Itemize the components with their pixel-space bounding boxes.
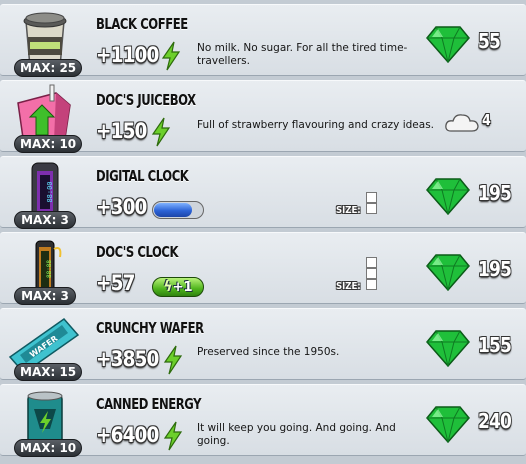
max-quantity-badge: MAX: 15 bbox=[14, 363, 83, 381]
item-name: BLACK COFFEE bbox=[96, 15, 188, 33]
energy-can-icon: MAX: 10 bbox=[4, 387, 86, 459]
max-quantity-badge: MAX: 25 bbox=[14, 59, 83, 77]
item-name: DIGITAL CLOCK bbox=[96, 167, 189, 185]
svg-text:88:88: 88:88 bbox=[46, 260, 53, 278]
size-unit bbox=[366, 192, 377, 203]
size-label: SIZE: bbox=[336, 281, 361, 292]
gem-icon bbox=[426, 26, 470, 63]
store-item-docs-clock[interactable]: 88:88 MAX: 3 DOC'S CLOCK +57 ϟ+1 SIZE: 1… bbox=[0, 232, 526, 307]
item-price: 55 bbox=[478, 29, 501, 53]
size-unit bbox=[366, 203, 377, 214]
item-price: 195 bbox=[478, 181, 512, 205]
energy-value: +300 bbox=[96, 195, 147, 219]
svg-text:88:00: 88:00 bbox=[46, 181, 54, 202]
juicebox-icon: MAX: 10 bbox=[4, 83, 86, 155]
energy-bolt-icon bbox=[163, 421, 183, 451]
item-description: Full of strawberry flavouring and crazy … bbox=[197, 119, 434, 131]
store-item-digital-clock[interactable]: 88:00 MAX: 3 DIGITAL CLOCK +300 SIZE: 19… bbox=[0, 156, 526, 231]
energy-meter bbox=[152, 201, 204, 219]
item-description: No milk. No sugar. For all the tired tim… bbox=[197, 42, 408, 67]
gem-icon bbox=[426, 406, 470, 443]
boost-value: +1 bbox=[172, 280, 193, 295]
size-unit bbox=[366, 257, 377, 268]
item-name: DOC'S JUICEBOX bbox=[96, 91, 196, 109]
energy-bolt-icon bbox=[161, 41, 181, 71]
bolt-icon: ϟ bbox=[163, 279, 173, 295]
docs-clock-icon: 88:88 MAX: 3 bbox=[4, 235, 86, 307]
wafer-bar-icon: WAFER MAX: 15 bbox=[4, 311, 86, 383]
max-quantity-badge: MAX: 10 bbox=[14, 135, 83, 153]
digital-clock-icon: 88:00 MAX: 3 bbox=[4, 159, 86, 231]
gem-icon bbox=[426, 178, 470, 215]
store-item-black-coffee[interactable]: MAX: 25 BLACK COFFEE +1100 No milk. No s… bbox=[0, 4, 526, 79]
max-quantity-badge: MAX: 3 bbox=[14, 287, 76, 305]
item-description: It will keep you going. And going. And g… bbox=[197, 422, 396, 447]
energy-store-list: MAX: 25 BLACK COFFEE +1100 No milk. No s… bbox=[0, 0, 526, 464]
gem-icon bbox=[426, 254, 470, 291]
energy-value: +6400 bbox=[96, 423, 159, 447]
item-description: Preserved since the 1950s. bbox=[197, 346, 340, 358]
size-unit bbox=[366, 268, 377, 279]
item-name: CRUNCHY WAFER bbox=[96, 319, 204, 337]
max-quantity-badge: MAX: 3 bbox=[14, 211, 76, 229]
energy-bolt-icon bbox=[163, 345, 183, 375]
gem-icon bbox=[426, 330, 470, 367]
energy-value: +150 bbox=[96, 119, 147, 143]
energy-bolt-icon bbox=[151, 117, 171, 147]
item-price: 4 bbox=[482, 111, 491, 129]
store-item-docs-juicebox[interactable]: MAX: 10 DOC'S JUICEBOX +150 Full of stra… bbox=[0, 80, 526, 155]
max-quantity-badge: MAX: 10 bbox=[14, 439, 83, 457]
coffee-cup-icon: MAX: 25 bbox=[4, 7, 86, 79]
item-price: 195 bbox=[478, 257, 512, 281]
energy-boost-badge: ϟ+1 bbox=[152, 277, 204, 297]
store-item-crunchy-wafer[interactable]: WAFER MAX: 15 CRUNCHY WAFER +3850 Preser… bbox=[0, 308, 526, 383]
energy-value: +57 bbox=[96, 271, 135, 295]
item-name: CANNED ENERGY bbox=[96, 395, 202, 413]
item-price: 240 bbox=[478, 409, 512, 433]
store-item-canned-energy[interactable]: MAX: 10 CANNED ENERGY +6400 It will keep… bbox=[0, 384, 526, 459]
size-label: SIZE: bbox=[336, 205, 361, 216]
cloud-icon bbox=[445, 114, 479, 132]
energy-value: +3850 bbox=[96, 347, 159, 371]
energy-value: +1100 bbox=[96, 43, 159, 67]
item-name: DOC'S CLOCK bbox=[96, 243, 179, 261]
size-unit bbox=[366, 279, 377, 290]
item-price: 155 bbox=[478, 333, 512, 357]
